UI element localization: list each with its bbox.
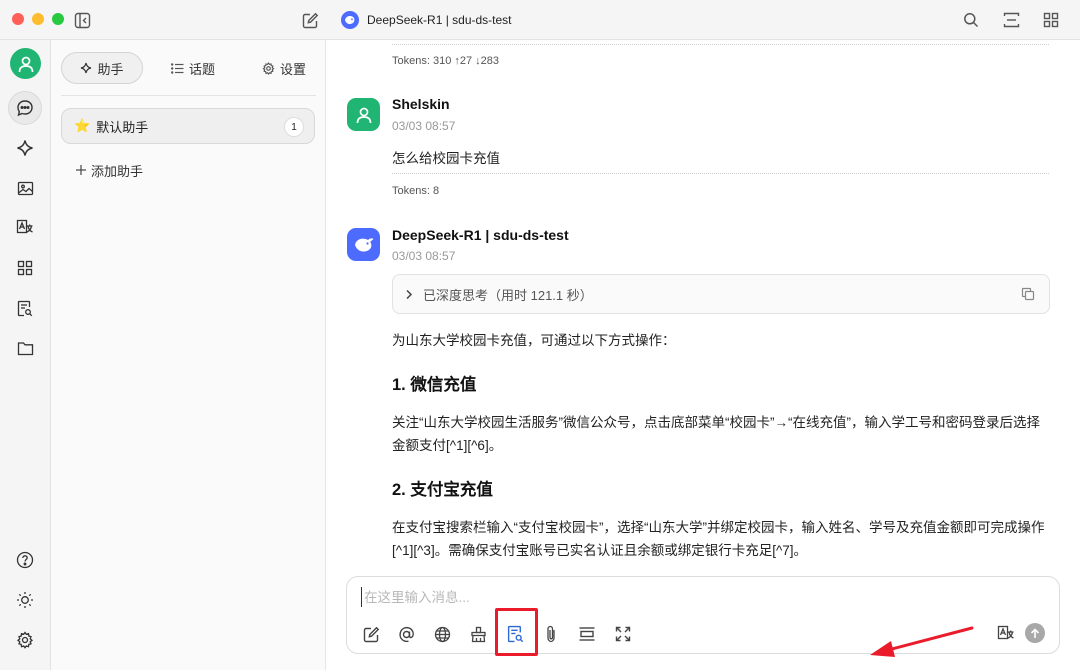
assistant-name: 默认助手: [96, 119, 149, 135]
token-usage: Tokens: 310 ↑27 ↓283: [392, 55, 500, 67]
window-title-text: DeepSeek-R1 | sdu-ds-test: [367, 13, 512, 27]
settings-gear-icon[interactable]: [8, 623, 42, 657]
answer-paragraph-1: 关注“山东大学校园生活服务”微信公众号，点击底部菜单“校园卡”→“在线充值”，输…: [392, 415, 1040, 453]
message-divider: [392, 44, 1049, 45]
user-message-time: 03/03 08:57: [392, 119, 456, 133]
assistant-sidebar: 助手 话题 设置 ⭐️ 默认助手 1 添加助手: [51, 40, 326, 670]
image-paint-icon[interactable]: [8, 171, 42, 205]
topic-count-badge: 1: [284, 117, 304, 137]
send-button[interactable]: [1025, 623, 1045, 643]
title-bar: DeepSeek-R1 | sdu-ds-test: [0, 0, 1080, 40]
user-message-avatar: [347, 98, 380, 131]
close-window-button[interactable]: [12, 13, 24, 25]
tab-settings[interactable]: 设置: [243, 52, 325, 84]
deepseek-logo-icon: [341, 11, 359, 29]
bot-name: DeepSeek-R1 | sdu-ds-test: [392, 227, 569, 243]
user-avatar[interactable]: [10, 48, 41, 79]
user-name: Shelskin: [392, 96, 450, 112]
tab-assistants-label: 助手: [97, 61, 124, 77]
grid-apps-icon[interactable]: [1040, 9, 1062, 31]
narrow-mode-icon[interactable]: [1000, 9, 1022, 31]
arrow-up-icon: [1030, 627, 1040, 638]
gear-icon: [262, 61, 275, 75]
maximize-window-button[interactable]: [52, 13, 64, 25]
sidebar-tabs: 助手 话题 设置: [61, 52, 316, 84]
expand-fullscreen-icon[interactable]: [612, 623, 634, 645]
icon-rail: [0, 40, 51, 670]
chat-bubble-icon[interactable]: [8, 91, 42, 125]
thinking-collapsible[interactable]: 已深度思考（用时 121.1 秒）: [392, 274, 1050, 314]
bot-message-time: 03/03 08:57: [392, 249, 456, 263]
message-divider: [392, 173, 1049, 174]
star-emoji-icon: ⭐️: [74, 118, 91, 133]
new-chat-icon[interactable]: [299, 9, 321, 31]
copy-icon[interactable]: [1021, 287, 1035, 301]
sparkle-agents-icon[interactable]: [8, 131, 42, 165]
annotation-arrow: [870, 626, 974, 657]
answer-heading-1: 1. 微信充值: [392, 376, 477, 394]
knowledge-base-icon[interactable]: [8, 291, 42, 325]
answer-paragraph-2: 在支付宝搜索栏输入“支付宝校园卡”，选择“山东大学”并绑定校园卡，输入姓名、学号…: [392, 520, 1045, 558]
tab-topics[interactable]: 话题: [153, 52, 233, 84]
sparkle-icon: [81, 62, 92, 74]
answer-intro: 为山东大学校园卡充值，可通过以下方式操作：: [392, 333, 676, 348]
thinking-label: 已深度思考（用时 121.1 秒）: [423, 287, 593, 303]
theme-sun-icon[interactable]: [8, 583, 42, 617]
sidebar-toggle-icon[interactable]: [71, 9, 93, 31]
apps-grid-icon[interactable]: [8, 251, 42, 285]
chevron-right-icon: [406, 289, 413, 299]
deepseek-avatar-icon: [347, 228, 380, 261]
search-icon[interactable]: [960, 9, 982, 31]
user-message-text: 怎么给校园卡充值: [392, 151, 500, 166]
app-window: DeepSeek-R1 | sdu-ds-test 助手 话题 设置 ⭐️ 默认…: [0, 0, 1080, 670]
window-title: DeepSeek-R1 | sdu-ds-test: [341, 10, 512, 30]
assistant-item-default[interactable]: ⭐️ 默认助手 1: [61, 108, 315, 144]
minimize-window-button[interactable]: [32, 13, 44, 25]
user-token-usage: Tokens: 8: [392, 185, 440, 197]
tab-assistants[interactable]: 助手: [61, 52, 143, 84]
clear-broom-icon[interactable]: [467, 623, 489, 645]
tabs-divider: [61, 95, 316, 96]
highlight-box: [495, 608, 538, 656]
new-topic-icon[interactable]: [360, 623, 382, 645]
help-icon[interactable]: [8, 543, 42, 577]
list-icon: [170, 62, 184, 74]
tab-settings-label: 设置: [279, 61, 306, 77]
tab-topics-label: 话题: [188, 61, 215, 77]
answer-heading-2: 2. 支付宝充值: [392, 481, 493, 499]
web-search-globe-icon[interactable]: [431, 623, 453, 645]
mention-at-icon[interactable]: [395, 623, 417, 645]
add-assistant-button[interactable]: 添加助手: [75, 160, 143, 180]
chat-area: Tokens: 310 ↑27 ↓283 Shelskin 03/03 08:5…: [326, 40, 1080, 670]
add-assistant-label: 添加助手: [91, 163, 144, 179]
plus-icon: [76, 165, 86, 175]
message-input[interactable]: [361, 587, 961, 607]
attachment-paperclip-icon[interactable]: [540, 623, 562, 645]
translate-icon[interactable]: [8, 211, 42, 245]
translate-input-icon[interactable]: [995, 623, 1017, 645]
fold-width-icon[interactable]: [576, 623, 598, 645]
folder-icon[interactable]: [8, 331, 42, 365]
